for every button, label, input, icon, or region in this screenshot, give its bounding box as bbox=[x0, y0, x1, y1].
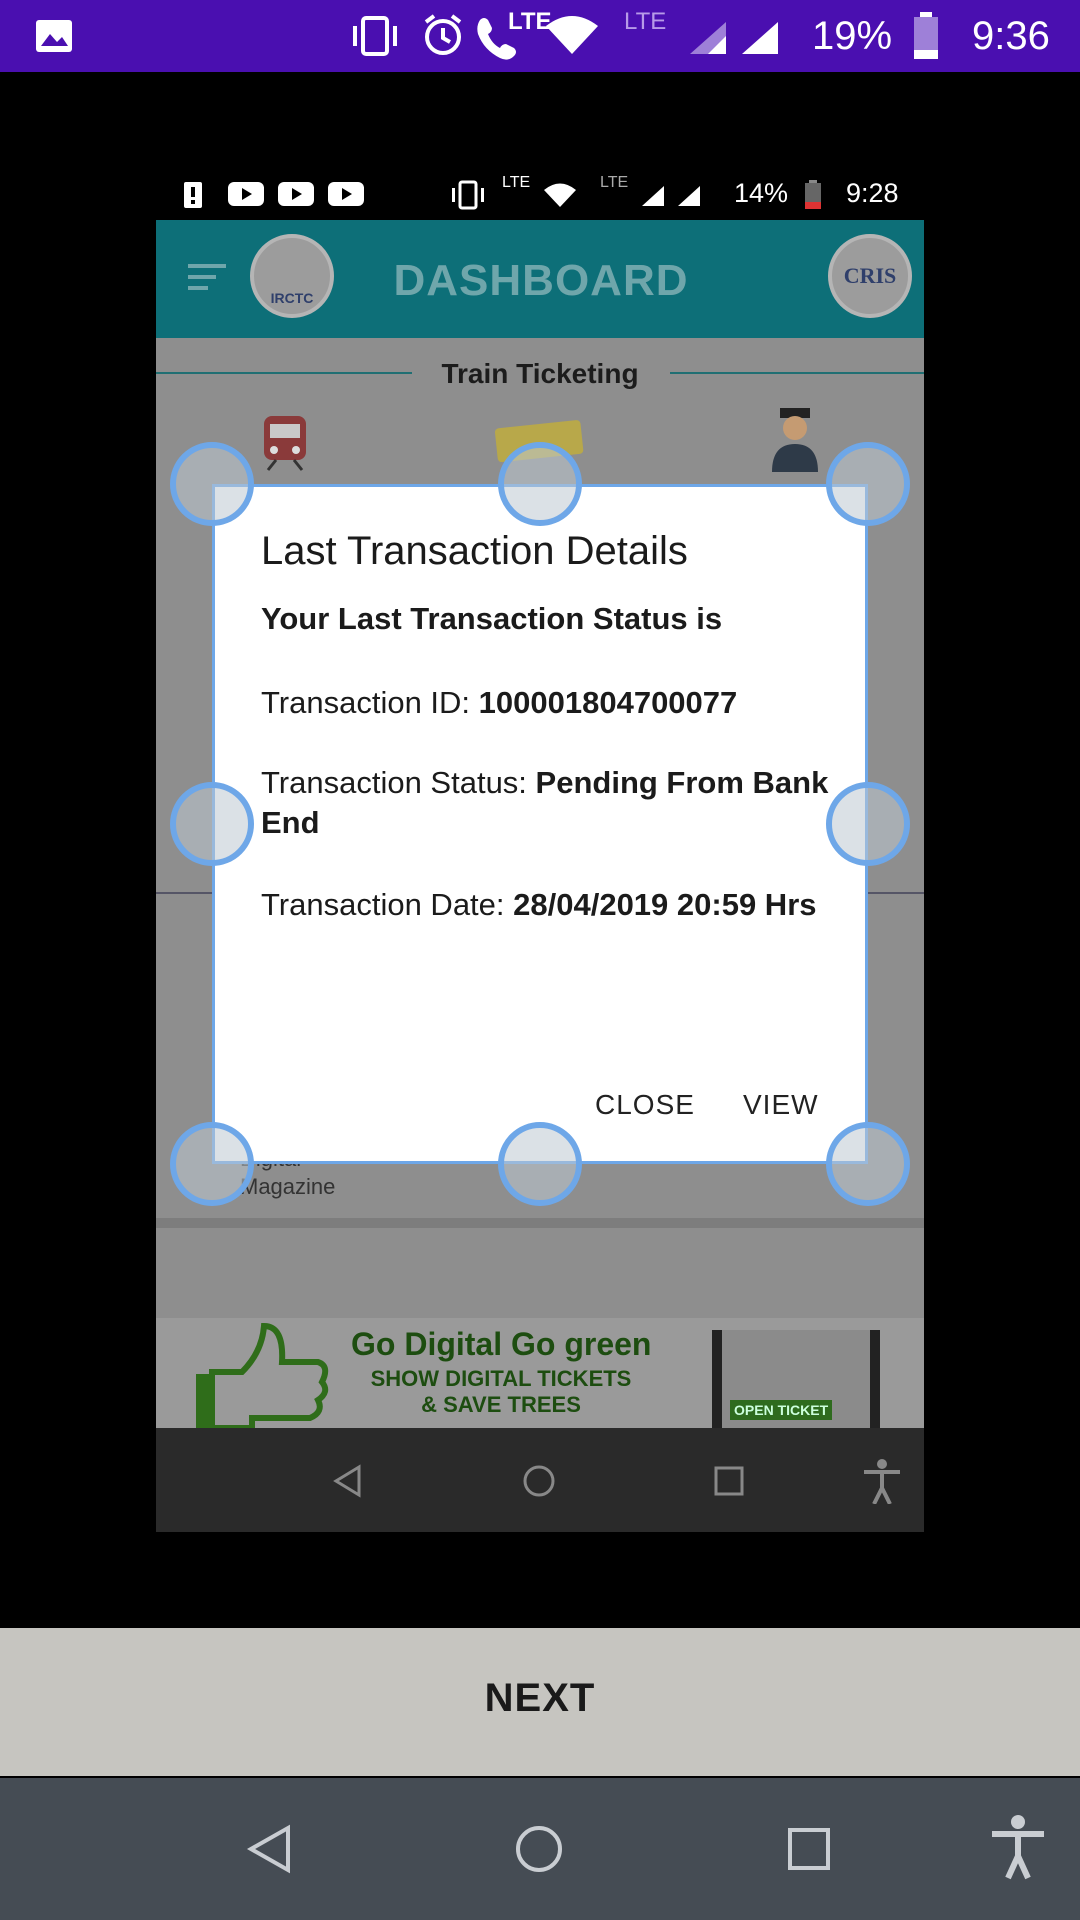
crop-handle-bottom-left[interactable] bbox=[170, 1122, 254, 1206]
recents-icon[interactable] bbox=[786, 1826, 832, 1872]
transaction-date-value: 28/04/2019 20:59 Hrs bbox=[513, 887, 817, 922]
banner-line-2: & SAVE TREES bbox=[421, 1392, 581, 1417]
view-button[interactable]: VIEW bbox=[743, 1089, 819, 1121]
officer-icon bbox=[772, 408, 818, 472]
transaction-date-row: Transaction Date: 28/04/2019 20:59 Hrs bbox=[261, 885, 841, 925]
irctc-logo: IRCTC bbox=[250, 234, 334, 318]
thumbs-up-icon bbox=[196, 1322, 329, 1428]
section-title: Train Ticketing bbox=[441, 358, 639, 389]
cris-logo: CRIS bbox=[828, 234, 912, 318]
accessibility-icon[interactable] bbox=[988, 1814, 1048, 1880]
vibrate-icon bbox=[353, 16, 397, 56]
system-nav-bar bbox=[0, 1778, 1080, 1920]
transaction-status-label: Transaction Status: bbox=[261, 765, 536, 800]
transaction-date-label: Transaction Date: bbox=[261, 887, 514, 922]
battery-icon bbox=[805, 180, 821, 209]
wifi-icon bbox=[546, 16, 598, 54]
signal-icon bbox=[642, 186, 664, 206]
youtube-icon-3 bbox=[328, 182, 364, 206]
page-title: DASHBOARD bbox=[393, 256, 689, 305]
app-bar: IRCTC DASHBOARD CRIS bbox=[156, 220, 924, 338]
close-button[interactable]: CLOSE bbox=[595, 1089, 695, 1121]
signal-icon bbox=[690, 22, 726, 54]
accessibility-icon bbox=[864, 1459, 900, 1504]
clock: 9:36 bbox=[972, 14, 1050, 58]
menu-icon bbox=[188, 264, 226, 290]
battery-percent: 19% bbox=[812, 14, 893, 58]
banner-line: SHOW DIGITAL TICKETS & SAVE TREES bbox=[351, 1366, 651, 1418]
crop-handle-top-center[interactable] bbox=[498, 442, 582, 526]
inner-lte-2: LTE bbox=[600, 174, 629, 191]
wifi-icon bbox=[544, 183, 576, 207]
crop-handle-top-left[interactable] bbox=[170, 442, 254, 526]
tile-label-2: Magazine bbox=[240, 1174, 336, 1199]
crop-handle-bottom-center[interactable] bbox=[498, 1122, 582, 1206]
battery-icon bbox=[914, 12, 938, 59]
divider bbox=[156, 1218, 924, 1228]
signal-icon-2 bbox=[742, 22, 778, 54]
inner-battery-percent: 14% bbox=[734, 178, 789, 208]
go-green-banner[interactable]: Go Digital Go green SHOW DIGITAL TICKETS… bbox=[156, 1318, 924, 1428]
recents-icon bbox=[714, 1466, 744, 1496]
transaction-id-label: Transaction ID: bbox=[261, 685, 479, 720]
inner-nav-bar bbox=[156, 1428, 924, 1532]
image-icon bbox=[36, 20, 72, 52]
crop-handle-top-right[interactable] bbox=[826, 442, 910, 526]
transaction-status-row: Transaction Status: Pending From Bank En… bbox=[261, 763, 841, 843]
inner-clock: 9:28 bbox=[846, 178, 899, 208]
transaction-id-value: 100001804700077 bbox=[478, 685, 738, 720]
transaction-id-row: Transaction ID: 100001804700077 bbox=[261, 683, 841, 723]
back-icon bbox=[333, 1464, 361, 1498]
train-icon bbox=[264, 416, 306, 471]
notification-icon bbox=[184, 182, 202, 208]
next-button[interactable]: NEXT bbox=[0, 1628, 1080, 1776]
status-bar: LTE LTE 19% 9:36 bbox=[0, 0, 1080, 72]
banner-line-1: SHOW DIGITAL TICKETS bbox=[370, 1366, 632, 1391]
inner-status-bar: LTE LTE 14% 9:28 bbox=[156, 168, 924, 220]
vibrate-icon bbox=[452, 180, 484, 210]
next-label: NEXT bbox=[484, 1676, 596, 1720]
banner-phone: OPEN TICKET bbox=[712, 1330, 880, 1428]
home-icon[interactable] bbox=[514, 1824, 564, 1874]
banner-title: Go Digital Go green bbox=[351, 1326, 652, 1362]
dialog-subtitle: Your Last Transaction Status is bbox=[261, 601, 723, 636]
youtube-icon-2 bbox=[278, 182, 314, 206]
inner-lte: LTE bbox=[502, 174, 531, 191]
banner-badge: OPEN TICKET bbox=[730, 1400, 833, 1420]
lte-label-2: LTE bbox=[624, 8, 667, 35]
back-icon[interactable] bbox=[246, 1824, 292, 1874]
alarm-icon bbox=[424, 14, 462, 55]
crop-handle-middle-right[interactable] bbox=[826, 782, 910, 866]
crop-handle-bottom-right[interactable] bbox=[826, 1122, 910, 1206]
crop-handle-middle-left[interactable] bbox=[170, 782, 254, 866]
home-icon bbox=[523, 1465, 555, 1497]
youtube-icon bbox=[228, 182, 264, 206]
transaction-dialog[interactable]: Last Transaction Details Your Last Trans… bbox=[212, 484, 868, 1164]
dialog-title: Last Transaction Details bbox=[261, 529, 688, 573]
signal-icon-2 bbox=[678, 186, 700, 206]
